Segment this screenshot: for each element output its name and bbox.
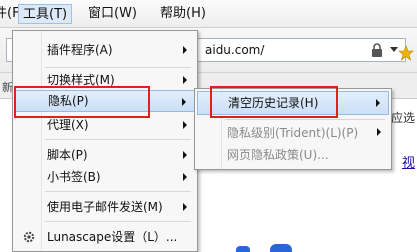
menu-item-label: 插件程序(A) bbox=[47, 43, 113, 57]
submenu-item-privacy-policy[interactable]: 网页隐私政策(U)... bbox=[197, 143, 389, 167]
submenu-arrow-icon bbox=[183, 76, 187, 84]
submenu-item-privacy-level[interactable]: 隐私级别(Trident)(L)(P) bbox=[197, 121, 389, 145]
menu-tools[interactable]: 工具(T) bbox=[18, 4, 73, 24]
menu-item-script[interactable]: 脚本(P) bbox=[15, 144, 195, 166]
menu-separator bbox=[45, 67, 191, 68]
page-decoration bbox=[270, 244, 292, 252]
menu-item-label: Lunascape设置（L）... bbox=[47, 230, 178, 244]
menu-separator bbox=[45, 191, 191, 192]
menu-item-label: 使用电子邮件发送(M) bbox=[47, 200, 163, 214]
menu-bar: 件(F) 工具(T) 窗口(W) 帮助(H) bbox=[0, 0, 417, 28]
annotation-box-clear-history bbox=[210, 86, 338, 118]
menu-item-label: 脚本(P) bbox=[47, 148, 88, 162]
address-text[interactable]: aidu.com/ bbox=[205, 43, 264, 57]
submenu-arrow-icon bbox=[183, 151, 187, 159]
annotation-box-privacy bbox=[14, 86, 150, 118]
menu-separator bbox=[45, 139, 191, 140]
menu-item-plugins[interactable]: 插件程序(A) bbox=[15, 39, 195, 61]
menu-item-label: 代理(X) bbox=[47, 118, 89, 132]
menu-separator bbox=[225, 119, 385, 120]
favorites-star-icon[interactable] bbox=[398, 45, 414, 61]
submenu-arrow-icon bbox=[183, 203, 187, 211]
menu-item-bookmarklet[interactable]: 小书签(B) bbox=[15, 166, 195, 188]
menu-window[interactable]: 窗口(W) bbox=[84, 4, 141, 24]
tools-dropdown-menu: 插件程序(A) 切换样式(M) 隐私(P) 代理(X) 脚本(P) 小书签(B)… bbox=[12, 30, 198, 252]
menu-item-send-email[interactable]: 使用电子邮件发送(M) bbox=[15, 196, 195, 218]
submenu-arrow-icon bbox=[183, 173, 187, 181]
submenu-arrow-icon bbox=[182, 98, 186, 106]
page-decoration bbox=[236, 246, 250, 252]
menu-separator bbox=[45, 221, 191, 222]
page-fragment-text: 应选 bbox=[391, 111, 416, 125]
menu-item-label: 小书签(B) bbox=[47, 170, 101, 184]
menu-item-lunascape-settings[interactable]: Lunascape设置（L）... bbox=[15, 226, 195, 248]
menu-item-label: 隐私级别(Trident)(L)(P) bbox=[227, 126, 359, 140]
submenu-arrow-icon bbox=[183, 46, 187, 54]
submenu-arrow-icon bbox=[183, 121, 187, 129]
menu-item-label: 网页隐私政策(U)... bbox=[227, 148, 329, 162]
submenu-arrow-icon bbox=[377, 128, 381, 136]
menu-help[interactable]: 帮助(H) bbox=[156, 4, 210, 24]
menu-item-label: 切换样式(M) bbox=[47, 73, 115, 87]
chevron-down-icon[interactable] bbox=[390, 47, 398, 53]
submenu-arrow-icon bbox=[376, 99, 380, 107]
page-link[interactable]: 视 bbox=[402, 152, 415, 171]
menu-gutter bbox=[41, 31, 42, 251]
lunascape-gear-icon bbox=[23, 231, 35, 243]
lock-icon[interactable] bbox=[369, 42, 385, 58]
